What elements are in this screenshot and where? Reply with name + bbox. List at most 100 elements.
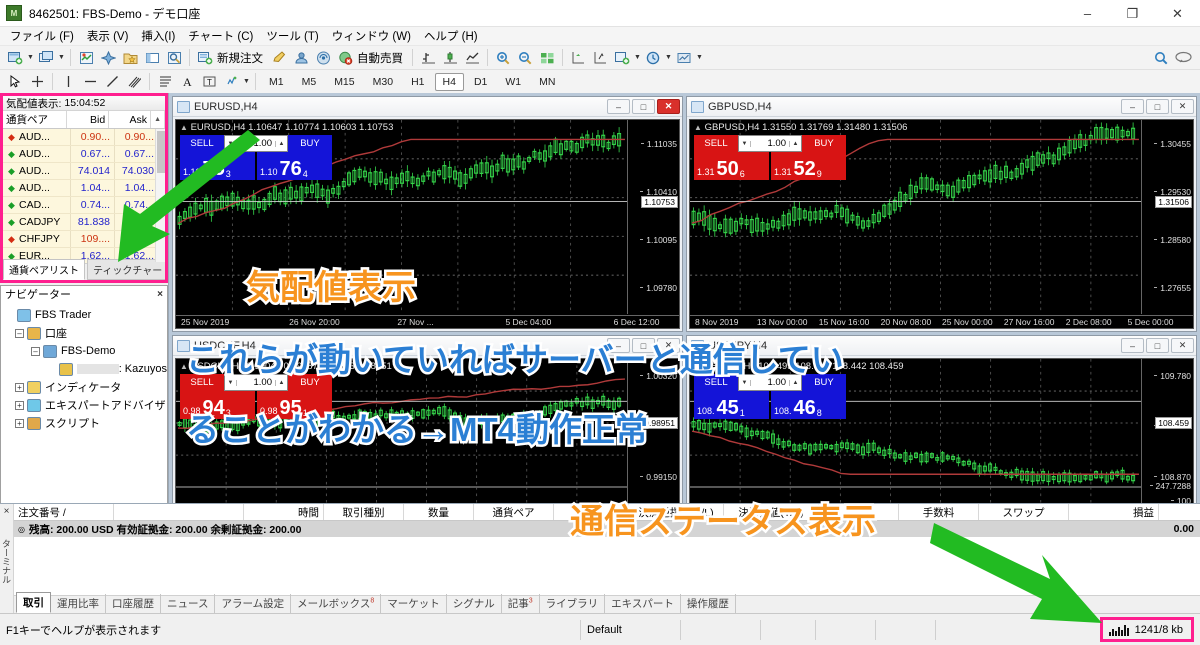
- navigator-node[interactable]: + エキスパートアドバイザ: [5, 396, 167, 414]
- tab-symbol-list[interactable]: 通貨ペアリスト: [3, 259, 85, 280]
- volume-input[interactable]: ▼ 1.00 ▲: [738, 135, 802, 152]
- chart-window[interactable]: EURUSD,H4 – □ ✕ ▲ EURUSD,H4 1.10647 1.10774 …: [172, 96, 683, 332]
- sell-price-button[interactable]: 1.10 75 3: [180, 152, 255, 180]
- volume-input[interactable]: ▼ 1.00 ▲: [224, 374, 288, 391]
- menu-help[interactable]: ヘルプ (H): [422, 27, 489, 46]
- shapes-dropdown-icon[interactable]: ▼: [242, 78, 251, 85]
- orders-column-header[interactable]: 取引種別: [324, 504, 404, 520]
- navigator-node[interactable]: + インディケータ: [5, 378, 167, 396]
- terminal-tab[interactable]: 操作履歴: [681, 594, 736, 613]
- terminal-tab[interactable]: ライブラリ: [540, 594, 606, 613]
- text-label-icon[interactable]: A: [177, 72, 197, 92]
- terminal-close-icon[interactable]: ×: [4, 506, 10, 517]
- menu-insert[interactable]: 挿入(I): [139, 27, 186, 46]
- chart-minimize-button[interactable]: –: [1121, 338, 1144, 353]
- tile-windows-icon[interactable]: [537, 48, 557, 68]
- orders-column-header[interactable]: 数量: [404, 504, 474, 520]
- timeframe-m5[interactable]: M5: [294, 73, 325, 91]
- community-icon[interactable]: [1173, 48, 1193, 68]
- new-order-label[interactable]: 新規注文: [216, 50, 268, 66]
- indicators-icon[interactable]: [612, 48, 632, 68]
- buy-price-button[interactable]: 0.98 95 1: [257, 391, 332, 419]
- favorites-icon[interactable]: [120, 48, 140, 68]
- orders-column-header[interactable]: 時間: [244, 504, 324, 520]
- one-click-trading-panel[interactable]: SELL ▼ 1.00 ▲ BUY 108. 45 1 108. 46 8: [694, 374, 846, 419]
- column-ask[interactable]: Ask: [109, 111, 152, 128]
- menu-file[interactable]: ファイル (F): [8, 27, 85, 46]
- period-dropdown-icon[interactable]: ▼: [664, 54, 673, 61]
- terminal-tab[interactable]: 記事3: [502, 594, 540, 613]
- sell-label[interactable]: SELL: [180, 135, 224, 152]
- chart-maximize-button[interactable]: □: [1146, 338, 1169, 353]
- orders-column-header[interactable]: 損益: [1069, 504, 1159, 520]
- tree-expander-icon[interactable]: +: [15, 418, 24, 428]
- navigator-node[interactable]: – 口座: [5, 324, 167, 342]
- terminal-icon[interactable]: [142, 48, 162, 68]
- orders-column-header[interactable]: 決済指値(T/P): [724, 504, 819, 520]
- orders-column-header[interactable]: 価格: [819, 504, 899, 520]
- volume-input[interactable]: ▼ 1.00 ▲: [738, 374, 802, 391]
- timeframe-h1[interactable]: H1: [403, 73, 432, 91]
- horizontal-line-icon[interactable]: [80, 72, 100, 92]
- cursor-icon[interactable]: [5, 72, 25, 92]
- navigator-node[interactable]: – FBS-Demo: [5, 342, 167, 360]
- terminal-tab[interactable]: シグナル: [447, 594, 502, 613]
- market-watch-row[interactable]: ◆ AUD... 1.04... 1.04...: [3, 180, 165, 197]
- terminal-tab[interactable]: 取引: [16, 592, 51, 613]
- chart-minimize-button[interactable]: –: [607, 338, 630, 353]
- one-click-trading-panel[interactable]: SELL ▼ 1.00 ▲ BUY 1.31 50 6 1.31 52 9: [694, 135, 846, 180]
- sell-price-button[interactable]: 1.31 50 6: [694, 152, 769, 180]
- tree-expander-icon[interactable]: +: [15, 400, 24, 410]
- autotrading-icon[interactable]: [335, 48, 355, 68]
- chart-close-button[interactable]: ✕: [1171, 338, 1194, 353]
- terminal-tab[interactable]: アラーム設定: [215, 594, 292, 613]
- orders-column-header[interactable]: 注文番号 /: [14, 504, 114, 520]
- chart-price-axis[interactable]: 1.11035 1.10410 1.10095 1.09780 1.10753: [627, 120, 679, 314]
- channel-icon[interactable]: [124, 72, 144, 92]
- chart-maximize-button[interactable]: □: [632, 99, 655, 114]
- restore-button[interactable]: ❐: [1110, 0, 1155, 27]
- tree-expander-icon[interactable]: +: [15, 382, 24, 392]
- sell-label[interactable]: SELL: [180, 374, 224, 391]
- chart-canvas[interactable]: ▲ GBPUSD,H4 1.31550 1.31769 1.31480 1.31…: [689, 119, 1194, 329]
- chart-expand-icon[interactable]: ▲: [180, 362, 188, 371]
- new-chart-dropdown-icon[interactable]: ▼: [26, 54, 35, 61]
- navigator-node[interactable]: : Kazuyos: [5, 360, 167, 378]
- navigator-close-icon[interactable]: ×: [157, 289, 163, 300]
- chart-close-button[interactable]: ✕: [1171, 99, 1194, 114]
- profiles-dropdown-icon[interactable]: ▼: [57, 54, 66, 61]
- market-watch-row[interactable]: ◆ AUD... 0.90... 0.90...: [3, 129, 165, 146]
- orders-column-header[interactable]: 価格: [554, 504, 629, 520]
- sell-price-button[interactable]: 108. 45 1: [694, 391, 769, 419]
- chart-maximize-button[interactable]: □: [1146, 99, 1169, 114]
- scrollbar-thumb[interactable]: [157, 131, 165, 173]
- menu-charts[interactable]: チャート (C): [186, 27, 264, 46]
- metaeditor-icon[interactable]: [269, 48, 289, 68]
- chart-expand-icon[interactable]: ▲: [694, 123, 702, 132]
- trendline-icon[interactable]: [102, 72, 122, 92]
- close-button[interactable]: ✕: [1155, 0, 1200, 27]
- terminal-tab[interactable]: 運用比率: [51, 594, 106, 613]
- chart-minimize-button[interactable]: –: [1121, 99, 1144, 114]
- chart-minimize-button[interactable]: –: [607, 99, 630, 114]
- terminal-tab[interactable]: マーケット: [381, 594, 447, 613]
- volume-decrement-icon[interactable]: ▼: [225, 140, 237, 147]
- buy-price-button[interactable]: 108. 46 8: [771, 391, 846, 419]
- volume-input[interactable]: ▼ 1.00 ▲: [224, 135, 288, 152]
- volume-increment-icon[interactable]: ▲: [275, 379, 287, 386]
- auto-scroll-icon[interactable]: [590, 48, 610, 68]
- menu-window[interactable]: ウィンドウ (W): [330, 27, 422, 46]
- terminal-tab[interactable]: エキスパート: [605, 594, 681, 613]
- buy-label[interactable]: BUY: [802, 135, 846, 152]
- indicators-dropdown-icon[interactable]: ▼: [633, 54, 642, 61]
- chart-price-axis[interactable]: 1.30455 1.29530 1.28580 1.27655 1.31506: [1141, 120, 1193, 314]
- timeframe-d1[interactable]: D1: [466, 73, 495, 91]
- templates-dropdown-icon[interactable]: ▼: [695, 54, 704, 61]
- fibonacci-icon[interactable]: [155, 72, 175, 92]
- bar-chart-icon[interactable]: [418, 48, 438, 68]
- volume-decrement-icon[interactable]: ▼: [739, 140, 751, 147]
- column-bid[interactable]: Bid: [67, 111, 110, 128]
- tree-expander-icon[interactable]: –: [15, 328, 24, 338]
- column-symbol[interactable]: 通貨ペア: [3, 111, 68, 128]
- terminal-tab[interactable]: 口座履歴: [106, 594, 161, 613]
